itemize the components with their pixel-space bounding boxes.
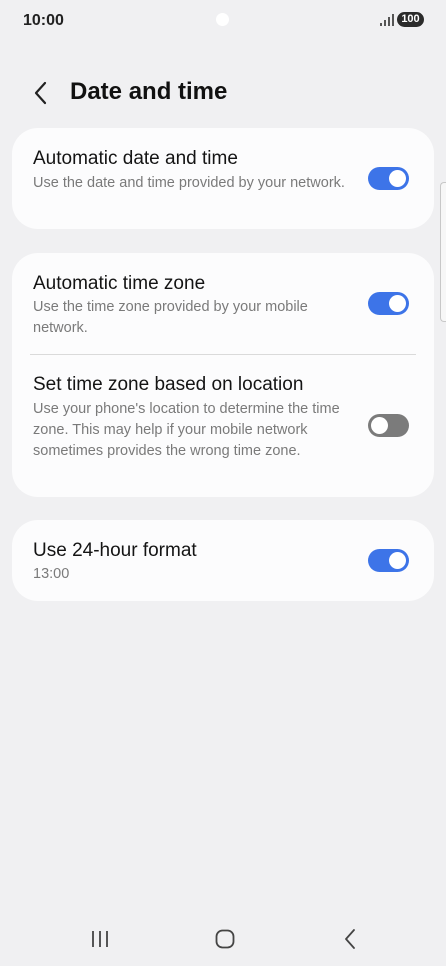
auto-date-time-toggle[interactable] bbox=[368, 167, 409, 190]
setting-title: Automatic time zone bbox=[33, 273, 206, 294]
home-icon bbox=[215, 929, 235, 949]
setting-title: Automatic date and time bbox=[33, 148, 238, 169]
page-title: Date and time bbox=[70, 78, 228, 105]
setting-subtitle: Use the time zone provided by your mobil… bbox=[33, 299, 308, 336]
location-time-zone-toggle[interactable] bbox=[368, 414, 409, 437]
camera-cutout bbox=[216, 13, 229, 26]
setting-title: Use 24-hour format bbox=[33, 540, 197, 561]
status-time: 10:00 bbox=[23, 12, 64, 29]
recent-apps-icon bbox=[92, 931, 108, 947]
setting-auto-date-time[interactable]: Automatic date and time Use the date and… bbox=[12, 128, 434, 229]
chevron-left-icon bbox=[34, 81, 47, 105]
recent-apps-button[interactable] bbox=[80, 924, 120, 954]
setting-title: Set time zone based on location bbox=[33, 374, 304, 395]
auto-time-zone-toggle[interactable] bbox=[368, 292, 409, 315]
setting-subtitle: 13:00 bbox=[33, 566, 70, 582]
back-button[interactable] bbox=[24, 76, 58, 110]
setting-24-hour-format[interactable]: Use 24-hour format 13:00 bbox=[12, 520, 434, 601]
setting-auto-time-zone[interactable]: Automatic time zone Use the time zone pr… bbox=[12, 253, 434, 354]
setting-subtitle: Use the date and time provided by your n… bbox=[33, 175, 345, 191]
toggle-knob bbox=[389, 170, 406, 187]
card-time-zone: Automatic time zone Use the time zone pr… bbox=[12, 253, 434, 497]
home-button[interactable] bbox=[205, 924, 245, 954]
toggle-knob bbox=[371, 417, 388, 434]
card-auto-date-time: Automatic date and time Use the date and… bbox=[12, 128, 434, 229]
toggle-knob bbox=[389, 552, 406, 569]
card-24-hour: Use 24-hour format 13:00 bbox=[12, 520, 434, 601]
toggle-knob bbox=[389, 295, 406, 312]
nav-back-button[interactable] bbox=[330, 924, 370, 954]
scroll-indicator[interactable] bbox=[440, 182, 446, 322]
signal-icon bbox=[380, 14, 394, 26]
battery-icon: 100 bbox=[397, 12, 424, 27]
setting-location-time-zone[interactable]: Set time zone based on location Use your… bbox=[12, 355, 434, 497]
navigation-bar bbox=[0, 910, 446, 966]
setting-subtitle: Use your phone's location to determine t… bbox=[33, 401, 340, 459]
header: Date and time bbox=[0, 70, 446, 114]
status-bar: 10:00 100 bbox=[0, 0, 446, 42]
24-hour-format-toggle[interactable] bbox=[368, 549, 409, 572]
back-icon bbox=[345, 929, 355, 949]
